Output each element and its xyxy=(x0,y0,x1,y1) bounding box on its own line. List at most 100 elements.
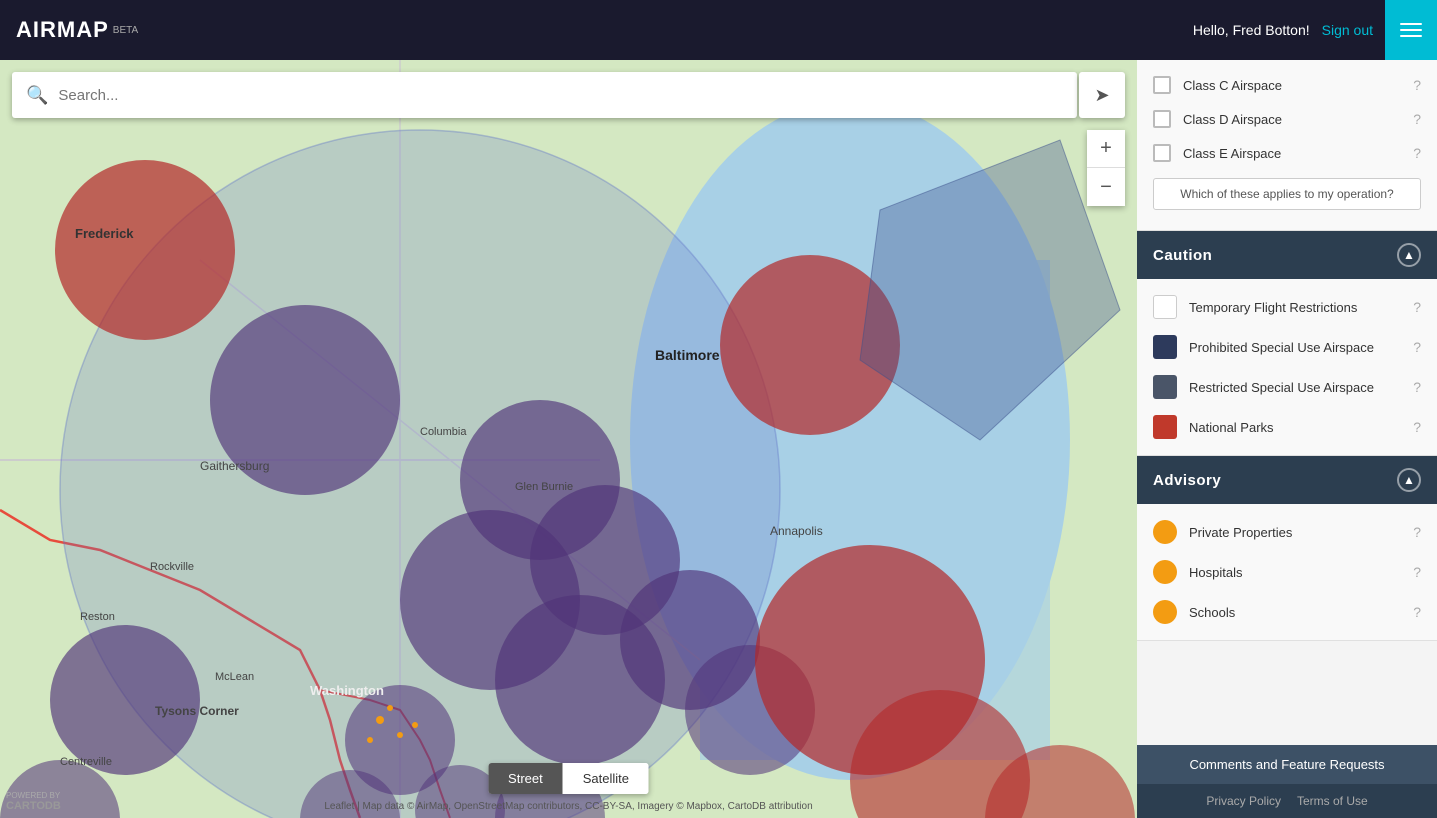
caution-item-national-parks: National Parks ? xyxy=(1137,407,1437,447)
advisory-section-header[interactable]: Advisory ▲ xyxy=(1137,456,1437,504)
schools-label: Schools xyxy=(1189,605,1401,620)
svg-text:Glen Burnie: Glen Burnie xyxy=(515,481,573,493)
search-icon: 🔍 xyxy=(26,85,48,106)
logo-beta: BETA xyxy=(113,25,138,36)
caution-items: Temporary Flight Restrictions ? Prohibit… xyxy=(1137,279,1437,455)
class-e-label: Class E Airspace xyxy=(1183,146,1401,161)
class-e-checkbox[interactable] xyxy=(1153,144,1171,162)
zoom-in-button[interactable]: + xyxy=(1087,130,1125,168)
prohibited-info-button[interactable]: ? xyxy=(1413,339,1421,355)
logo-text: AIRMAP xyxy=(16,17,109,43)
caution-section: Caution ▲ Temporary Flight Restrictions … xyxy=(1137,231,1437,456)
cartodb-badge: POWERED BY CARTODB xyxy=(6,791,61,812)
caution-section-title: Caution xyxy=(1153,247,1212,264)
advisory-item-hospitals: Hospitals ? xyxy=(1137,552,1437,592)
class-d-info-button[interactable]: ? xyxy=(1413,111,1421,127)
schools-swatch xyxy=(1153,600,1177,624)
airspace-item-class-d: Class D Airspace ? xyxy=(1137,102,1437,136)
caution-item-tfr: Temporary Flight Restrictions ? xyxy=(1137,287,1437,327)
class-e-info-button[interactable]: ? xyxy=(1413,145,1421,161)
svg-text:Tysons Corner: Tysons Corner xyxy=(155,704,239,718)
footer-links: Privacy Policy Terms of Use xyxy=(1137,784,1437,818)
caution-section-header[interactable]: Caution ▲ xyxy=(1137,231,1437,279)
hamburger-line-1 xyxy=(1400,23,1422,25)
airspace-item-class-e: Class E Airspace ? xyxy=(1137,136,1437,170)
feedback-button[interactable]: Comments and Feature Requests xyxy=(1137,745,1437,784)
hospitals-swatch xyxy=(1153,560,1177,584)
tfr-info-button[interactable]: ? xyxy=(1413,299,1421,315)
advisory-items: Private Properties ? Hospitals ? Schools… xyxy=(1137,504,1437,640)
which-applies-button[interactable]: Which of these applies to my operation? xyxy=(1153,178,1421,210)
map-attribution: Leaflet | Map data © AirMap, OpenStreetM… xyxy=(324,801,812,812)
locate-icon: ➤ xyxy=(1094,85,1109,106)
advisory-section: Advisory ▲ Private Properties ? Hospital… xyxy=(1137,456,1437,641)
search-input[interactable] xyxy=(58,87,1063,104)
street-view-button[interactable]: Street xyxy=(488,763,563,794)
national-parks-swatch xyxy=(1153,415,1177,439)
zoom-controls: + − xyxy=(1087,130,1125,206)
svg-text:Washington: Washington xyxy=(310,683,384,698)
class-d-checkbox[interactable] xyxy=(1153,110,1171,128)
svg-text:Annapolis: Annapolis xyxy=(770,524,823,538)
svg-text:Rockville: Rockville xyxy=(150,561,194,573)
caution-item-prohibited: Prohibited Special Use Airspace ? xyxy=(1137,327,1437,367)
tfr-label: Temporary Flight Restrictions xyxy=(1189,300,1401,315)
advisory-item-private: Private Properties ? xyxy=(1137,512,1437,552)
class-d-label: Class D Airspace xyxy=(1183,112,1401,127)
airspace-items: Class C Airspace ? Class D Airspace ? Cl… xyxy=(1137,60,1437,230)
svg-text:Baltimore: Baltimore xyxy=(655,347,720,363)
private-properties-info-button[interactable]: ? xyxy=(1413,524,1421,540)
class-c-checkbox[interactable] xyxy=(1153,76,1171,94)
hamburger-icon xyxy=(1400,23,1422,37)
header-greeting: Hello, Fred Botton! xyxy=(1193,22,1310,38)
restricted-info-button[interactable]: ? xyxy=(1413,379,1421,395)
svg-text:Frederick: Frederick xyxy=(75,226,134,241)
restricted-label: Restricted Special Use Airspace xyxy=(1189,380,1401,395)
sidebar: Class C Airspace ? Class D Airspace ? Cl… xyxy=(1137,60,1437,818)
class-c-info-button[interactable]: ? xyxy=(1413,77,1421,93)
advisory-section-chevron: ▲ xyxy=(1397,468,1421,492)
schools-info-button[interactable]: ? xyxy=(1413,604,1421,620)
prohibited-label: Prohibited Special Use Airspace xyxy=(1189,340,1401,355)
restricted-swatch xyxy=(1153,375,1177,399)
logo: AIRMAP BETA xyxy=(16,17,138,43)
class-c-label: Class C Airspace xyxy=(1183,78,1401,93)
header-right: Hello, Fred Botton! Sign out xyxy=(1193,0,1421,60)
svg-text:Centreville: Centreville xyxy=(60,756,112,768)
locate-button[interactable]: ➤ xyxy=(1079,72,1125,118)
private-properties-swatch xyxy=(1153,520,1177,544)
search-bar: 🔍 xyxy=(12,72,1077,118)
hamburger-line-2 xyxy=(1400,29,1422,31)
advisory-item-schools: Schools ? xyxy=(1137,592,1437,632)
prohibited-swatch xyxy=(1153,335,1177,359)
caution-section-chevron: ▲ xyxy=(1397,243,1421,267)
hospitals-info-button[interactable]: ? xyxy=(1413,564,1421,580)
caution-item-restricted: Restricted Special Use Airspace ? xyxy=(1137,367,1437,407)
svg-text:McLean: McLean xyxy=(215,671,254,683)
satellite-view-button[interactable]: Satellite xyxy=(563,763,649,794)
header: AIRMAP BETA Hello, Fred Botton! Sign out xyxy=(0,0,1437,60)
advisory-section-title: Advisory xyxy=(1153,472,1221,489)
hospitals-label: Hospitals xyxy=(1189,565,1401,580)
map-view-toggle: Street Satellite xyxy=(488,763,649,794)
national-parks-label: National Parks xyxy=(1189,420,1401,435)
privacy-policy-link[interactable]: Privacy Policy xyxy=(1206,794,1281,808)
sidebar-footer: Comments and Feature Requests Privacy Po… xyxy=(1137,745,1437,818)
menu-button[interactable] xyxy=(1385,0,1437,60)
national-parks-info-button[interactable]: ? xyxy=(1413,419,1421,435)
signout-link[interactable]: Sign out xyxy=(1322,22,1373,38)
svg-text:Columbia: Columbia xyxy=(420,426,467,438)
terms-of-use-link[interactable]: Terms of Use xyxy=(1297,794,1368,808)
map-container[interactable]: Frederick Baltimore Gaithersburg Washing… xyxy=(0,60,1137,818)
svg-text:Reston: Reston xyxy=(80,611,115,623)
zoom-out-button[interactable]: − xyxy=(1087,168,1125,206)
airspace-section: Class C Airspace ? Class D Airspace ? Cl… xyxy=(1137,60,1437,231)
cartodb-powered-label: POWERED BY xyxy=(6,791,60,800)
svg-text:Gaithersburg: Gaithersburg xyxy=(200,459,269,473)
map-background: Frederick Baltimore Gaithersburg Washing… xyxy=(0,60,1137,818)
tfr-swatch xyxy=(1153,295,1177,319)
main-content: Frederick Baltimore Gaithersburg Washing… xyxy=(0,60,1437,818)
hamburger-line-3 xyxy=(1400,35,1422,37)
cartodb-label: CARTODB xyxy=(6,800,61,812)
airspace-item-class-c: Class C Airspace ? xyxy=(1137,68,1437,102)
